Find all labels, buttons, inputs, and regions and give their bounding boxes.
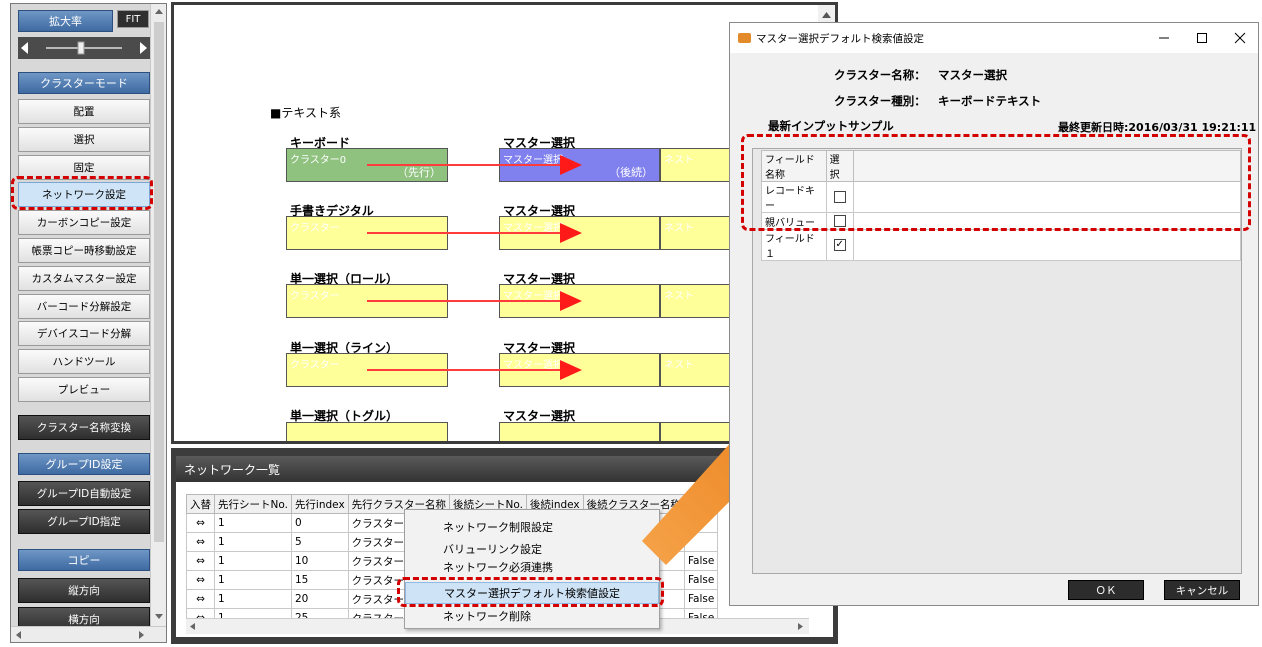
network-arrowhead-icon: [560, 291, 582, 311]
mode-select-button[interactable]: 選択: [18, 127, 150, 152]
table-cell: 0: [290, 513, 349, 533]
section-title: ■テキスト系: [270, 106, 341, 120]
menu-value-link[interactable]: バリューリンク設定: [405, 538, 659, 560]
network-context-menu: ネットワーク制限設定 バリューリンク設定 ネットワーク必須連携 マスター選択デフ…: [404, 509, 660, 629]
table-cell: 1: [214, 589, 292, 609]
scroll-left-icon: [16, 631, 21, 639]
menu-network-restriction[interactable]: ネットワーク制限設定: [405, 516, 659, 538]
table-cell: 1: [214, 551, 292, 571]
table-cell: 5: [290, 532, 349, 552]
cluster-box-single-toggle[interactable]: [286, 422, 448, 441]
cluster-name-label: クラスター名称：: [834, 68, 926, 82]
mode-place-button[interactable]: 配置: [18, 99, 150, 124]
scroll-left-icon: [190, 623, 195, 630]
group-id-auto-button[interactable]: グループID自動設定: [18, 481, 150, 506]
left-panel-hscroll[interactable]: [11, 626, 166, 642]
scroll-right-icon: [139, 631, 144, 639]
col-swap[interactable]: 入替: [186, 494, 215, 514]
table-row[interactable]: フィールド１ ✓: [761, 229, 1242, 261]
mode-form-copy-move-button[interactable]: 帳票コピー時移動設定: [18, 238, 150, 263]
scroll-up-icon: [155, 9, 163, 14]
table-cell: False: [683, 589, 719, 609]
network-arrow-line: [367, 300, 567, 302]
close-icon[interactable]: [1230, 28, 1250, 48]
cluster-type-value: キーボードテキスト: [938, 94, 1042, 108]
zoom-in-arrow-icon: [140, 42, 147, 54]
highlight-context-menu-item: [397, 577, 664, 607]
swap-icon[interactable]: ⇔: [186, 513, 215, 533]
zoom-out-arrow-icon: [21, 42, 28, 54]
cluster-mode-header: クラスターモード: [18, 72, 150, 94]
master-select-default-dialog: マスター選択デフォルト検索値設定 クラスター名称： マスター選択 クラスター種別…: [729, 22, 1259, 606]
maximize-icon[interactable]: [1192, 28, 1212, 48]
select-cell[interactable]: ✓: [825, 229, 854, 261]
field-name-cell: フィールド１: [761, 229, 827, 261]
network-arrowhead-icon: [560, 360, 582, 380]
app-icon: [738, 33, 751, 43]
cluster-box-tail[interactable]: ネスト: [660, 148, 740, 182]
copy-vertical-button[interactable]: 縦方向: [18, 578, 150, 603]
mode-carbon-copy-button[interactable]: カーボンコピー設定: [18, 210, 150, 235]
blank-cell: [852, 229, 1242, 261]
dialog-titlebar[interactable]: マスター選択デフォルト検索値設定: [730, 23, 1258, 53]
group-id-assign-button[interactable]: グループID指定: [18, 509, 150, 534]
table-cell: 20: [290, 589, 349, 609]
cluster-name-value: マスター選択: [938, 68, 1007, 82]
swap-icon[interactable]: ⇔: [186, 570, 215, 590]
menu-network-delete[interactable]: ネットワーク削除: [405, 605, 659, 627]
col-lead-sheet[interactable]: 先行シートNo.: [214, 494, 292, 514]
cluster-type-label: クラスター種別：: [834, 94, 926, 108]
checkbox-field1[interactable]: ✓: [833, 239, 846, 251]
mode-custom-master-button[interactable]: カスタムマスター設定: [18, 266, 150, 291]
table-cell: False: [683, 570, 719, 590]
fit-button[interactable]: FIT: [117, 10, 149, 28]
scroll-right-icon: [798, 623, 803, 630]
swap-icon[interactable]: ⇔: [186, 551, 215, 571]
table-cell: 1: [214, 532, 292, 552]
zoom-slider-row: [18, 37, 150, 59]
mode-hand-tool-button[interactable]: ハンドツール: [18, 349, 150, 374]
zoom-slider[interactable]: [18, 37, 150, 59]
highlight-sample-table: [741, 134, 1251, 231]
last-updated: 最終更新日時:2016/03/31 19:21:11: [1058, 121, 1257, 134]
mode-preview-button[interactable]: プレビュー: [18, 377, 150, 402]
table-cell: 15: [290, 570, 349, 590]
table-cell: 10: [290, 551, 349, 571]
cluster-box-tail[interactable]: ネスト: [660, 284, 740, 318]
table-cell: 1: [214, 570, 292, 590]
network-arrow-line: [367, 369, 567, 371]
highlight-network-setting: [11, 176, 153, 210]
cluster-box-tail[interactable]: ネスト: [660, 216, 740, 250]
network-arrowhead-icon: [560, 223, 582, 243]
mode-barcode-split-button[interactable]: バーコード分解設定: [18, 294, 150, 319]
swap-icon[interactable]: ⇔: [186, 589, 215, 609]
ok-button[interactable]: ＯＫ: [1068, 580, 1144, 600]
zoom-slider-thumb: [77, 41, 85, 55]
swap-icon[interactable]: ⇔: [186, 532, 215, 552]
minimize-icon[interactable]: [1154, 28, 1174, 48]
network-arrow-line: [367, 164, 567, 166]
left-panel-vscroll[interactable]: [150, 4, 166, 626]
scroll-down-icon: [155, 614, 163, 619]
table-cell: 1: [214, 513, 292, 533]
scroll-up-icon: [822, 12, 831, 18]
network-arrowhead-icon: [560, 155, 582, 175]
dialog-title: マスター選択デフォルト検索値設定: [756, 33, 924, 45]
copy-header: コピー: [18, 549, 150, 571]
left-tool-panel: 拡大率 FIT クラスターモード 配置 選択 固定 ネットワーク設定 カーボンコ…: [10, 3, 167, 643]
menu-network-required[interactable]: ネットワーク必須連携: [405, 560, 659, 574]
cancel-button[interactable]: キャンセル: [1164, 580, 1240, 600]
network-arrow-line: [367, 232, 567, 234]
latest-sample-label: 最新インプットサンプル: [768, 119, 894, 133]
cluster-rename-button[interactable]: クラスター名称変換: [18, 415, 150, 440]
mode-device-code-button[interactable]: デバイスコード分解: [18, 321, 150, 346]
zoom-header: 拡大率: [18, 10, 113, 32]
col-lead-index[interactable]: 先行index: [290, 494, 349, 514]
group-id-header: グループID設定: [18, 453, 150, 475]
